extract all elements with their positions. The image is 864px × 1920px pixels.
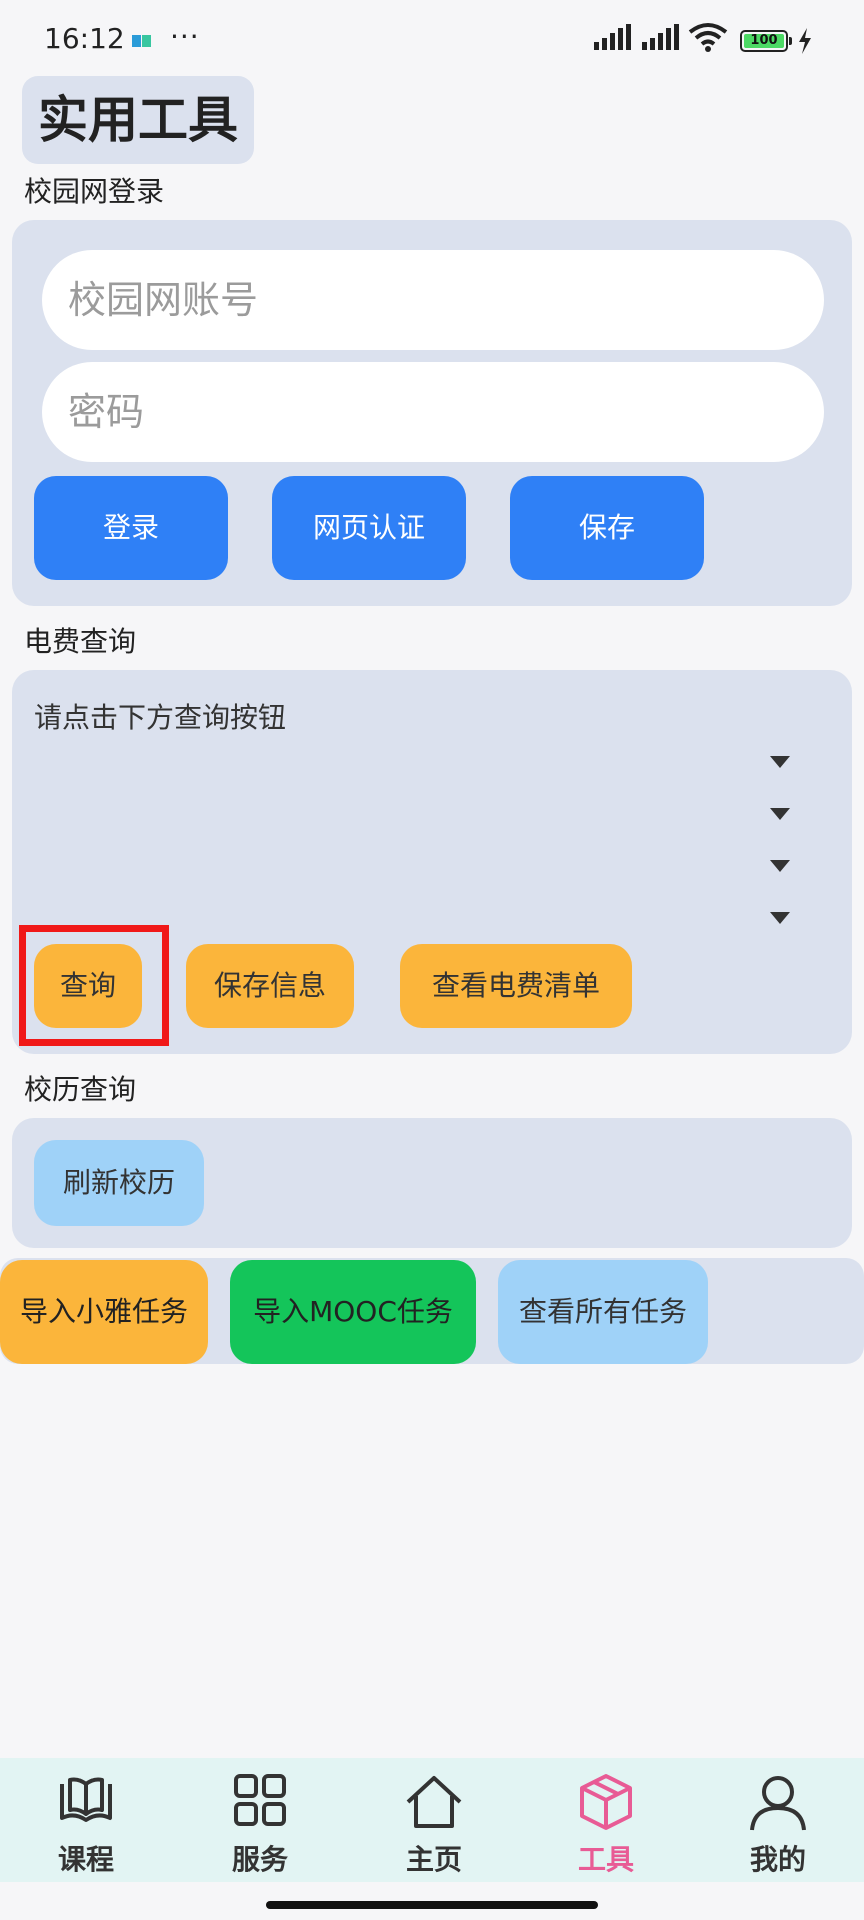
nav-label-tools: 工具 <box>577 1843 634 1876</box>
battery-icon: 100 <box>740 30 788 52</box>
nav-item-mine[interactable]: 我的 <box>718 1758 838 1882</box>
more-notifications-icon: ··· <box>170 20 200 53</box>
nav-item-tools[interactable]: 工具 <box>546 1758 666 1882</box>
charging-icon <box>799 28 811 54</box>
nav-label-courses: 课程 <box>57 1843 114 1876</box>
person-icon <box>750 1776 806 1831</box>
dropdown-arrow-icon[interactable] <box>770 912 790 924</box>
import-xiaoya-button[interactable]: 导入小雅任务 <box>0 1260 208 1364</box>
view-bill-button[interactable]: 查看电费清单 <box>400 944 632 1028</box>
book-icon <box>60 1777 112 1822</box>
login-button[interactable]: 登录 <box>34 476 228 580</box>
home-indicator[interactable] <box>266 1901 598 1909</box>
refresh-calendar-button[interactable]: 刷新校历 <box>34 1140 204 1226</box>
battery-level: 100 <box>750 33 778 48</box>
nav-label-home: 主页 <box>405 1843 462 1876</box>
status-time: 16:12 <box>44 22 125 55</box>
password-input[interactable]: 密码 <box>42 362 824 462</box>
grid-icon <box>234 1774 286 1826</box>
nav-label-services: 服务 <box>231 1843 288 1876</box>
app-notification-icon <box>132 35 151 47</box>
signal-icon-2 <box>642 24 679 50</box>
electric-hint: 请点击下方查询按钮 <box>34 701 287 734</box>
wifi-icon <box>688 23 728 52</box>
home-icon <box>406 1776 462 1828</box>
dropdown-arrow-icon[interactable] <box>770 756 790 768</box>
dropdown-arrow-icon[interactable] <box>770 860 790 872</box>
save-login-button[interactable]: 保存 <box>510 476 704 580</box>
nav-item-home[interactable]: 主页 <box>374 1758 494 1882</box>
cube-icon <box>580 1774 632 1830</box>
page-title: 实用工具 <box>22 76 254 164</box>
nav-item-courses[interactable]: 课程 <box>26 1758 146 1882</box>
battery-cap <box>789 37 792 45</box>
web-auth-button[interactable]: 网页认证 <box>272 476 466 580</box>
view-all-tasks-button[interactable]: 查看所有任务 <box>498 1260 708 1364</box>
nav-item-services[interactable]: 服务 <box>200 1758 320 1882</box>
bottom-nav: 课程 服务 主页 工具 我的 <box>0 1758 864 1882</box>
nav-label-mine: 我的 <box>749 1843 806 1876</box>
highlight-box <box>19 925 169 1046</box>
campus-login-label: 校园网登录 <box>24 175 165 208</box>
import-mooc-button[interactable]: 导入MOOC任务 <box>230 1260 476 1364</box>
campus-account-input[interactable]: 校园网账号 <box>42 250 824 350</box>
dropdown-arrow-icon[interactable] <box>770 808 790 820</box>
status-bar: 16:12 ··· 100 <box>0 0 864 70</box>
electric-query-label: 电费查询 <box>24 625 137 658</box>
calendar-query-label: 校历查询 <box>24 1073 137 1106</box>
signal-icon <box>594 24 631 50</box>
save-info-button[interactable]: 保存信息 <box>186 944 354 1028</box>
